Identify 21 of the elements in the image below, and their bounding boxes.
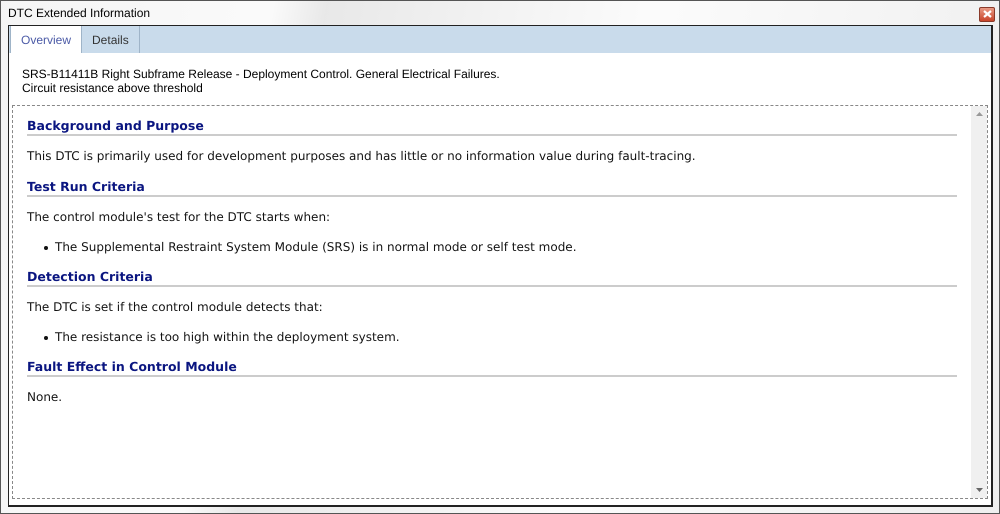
bullet-icon	[44, 336, 48, 340]
section-heading: Test Run Criteria	[27, 179, 145, 195]
dtc-description: Circuit resistance above threshold	[22, 81, 203, 95]
scroll-down-icon[interactable]	[976, 488, 982, 492]
tab[interactable]: Details	[82, 26, 140, 53]
window-title: DTC Extended Information	[8, 6, 150, 20]
close-icon	[982, 10, 992, 18]
paragraph: None.	[27, 390, 62, 404]
scrollbar[interactable]	[971, 106, 987, 498]
paragraph: The DTC is set if the control module detects that:	[27, 300, 323, 314]
list-item: The resistance is too high within the deployment system.	[55, 330, 400, 345]
dtc-description: SRS-B11411B Right Subframe Release - Deployment Control. General Electrical Failures.	[22, 67, 500, 81]
paragraph: The control module's test for the DTC starts when:	[27, 210, 330, 224]
bullet-icon	[44, 246, 48, 250]
tab[interactable]: Overview	[10, 26, 82, 53]
paragraph: This DTC is primarily used for development purposes and has little or no information value during fault-tracing.	[27, 149, 696, 163]
section-heading: Fault Effect in Control Module	[27, 359, 237, 375]
list-item: The Supplemental Restraint System Module (SRS) is in normal mode or self test mode.	[55, 240, 577, 255]
section-heading: Background and Purpose	[27, 118, 204, 134]
section-heading: Detection Criteria	[27, 269, 153, 285]
close-button[interactable]	[979, 6, 995, 22]
